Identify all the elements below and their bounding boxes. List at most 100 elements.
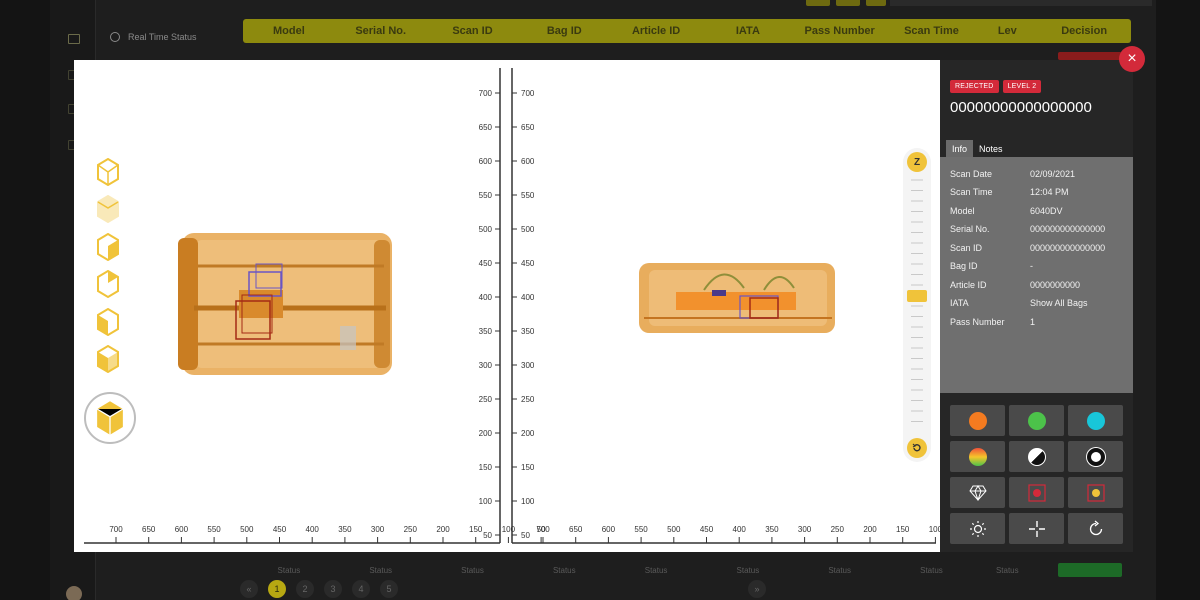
close-icon: ×	[1127, 50, 1137, 67]
gradient-filter-button[interactable]	[950, 441, 1005, 472]
decision-button[interactable]	[1058, 563, 1122, 577]
table-header-cell[interactable]: Bag ID	[518, 25, 610, 37]
cube-view-front-button[interactable]	[97, 157, 119, 191]
pager-next-button[interactable]: »	[748, 580, 766, 598]
ruler-tick-label: 600	[521, 157, 535, 166]
table-header: Model Serial No. Scan ID Bag ID Article ID IA…	[243, 19, 1131, 43]
table-header-cell[interactable]: Serial No.	[335, 25, 427, 37]
ruler-tick-label: 700	[521, 89, 535, 98]
zoom-slider[interactable]: Z	[903, 148, 931, 462]
ruler-tick-label: 100	[929, 525, 940, 534]
pager-prev-button[interactable]: «	[240, 580, 258, 598]
pagination: « 1 2 3 4 5 »	[240, 580, 766, 598]
table-cell: Status	[995, 566, 1019, 575]
ruler-tick-label: 650	[479, 123, 493, 132]
brightness-button[interactable]	[950, 513, 1005, 544]
ruler-tick-label: 250	[521, 395, 535, 404]
crosshair-button[interactable]	[1009, 513, 1064, 544]
clock-icon	[110, 32, 120, 42]
ruler-tick-label: 350	[479, 327, 493, 336]
ruler-tick-label: 500	[479, 225, 493, 234]
table-header-cell[interactable]: Decision	[1037, 25, 1131, 37]
level-badge: LEVEL 2	[1002, 80, 1042, 93]
cyan-filter-button[interactable]	[1068, 405, 1123, 436]
monitor-icon[interactable]	[68, 34, 80, 44]
green-filter-button[interactable]	[1009, 405, 1064, 436]
info-label: Bag ID	[950, 261, 978, 271]
ruler-tick-label: 50	[537, 525, 546, 534]
ruler-tick-label: 150	[479, 463, 493, 472]
info-value: -	[1030, 261, 1033, 271]
table-cell: Status	[644, 566, 668, 575]
ruler-tick-label: 550	[207, 525, 221, 534]
page-button[interactable]: 1	[268, 580, 286, 598]
ruler-tick-label: 200	[521, 429, 535, 438]
zoom-thumb[interactable]	[907, 290, 927, 302]
ruler-tick-label: 400	[521, 293, 535, 302]
cube-icon	[97, 194, 119, 224]
ruler-tick-label: 650	[569, 525, 583, 534]
cube-view-side-button[interactable]	[97, 232, 119, 266]
diamond-icon	[968, 484, 987, 501]
orbit-view-button[interactable]	[84, 392, 136, 444]
cube-view-left-button[interactable]	[97, 307, 119, 341]
info-value: 12:04 PM	[1030, 187, 1069, 197]
cube-view-top-button[interactable]	[97, 194, 119, 228]
toolbar-button[interactable]	[836, 0, 860, 6]
search-input[interactable]	[890, 0, 1152, 6]
cube-icon	[97, 157, 119, 187]
ruler-tick-label: 700	[479, 89, 493, 98]
info-row-scan-date: Scan Date 02/09/2021	[950, 169, 1075, 179]
toolbar-button[interactable]	[806, 0, 830, 6]
organic-highlight-icon	[1027, 483, 1046, 502]
tab-notes[interactable]: Notes	[973, 140, 1009, 158]
page-button[interactable]: 5	[380, 580, 398, 598]
table-header-cell[interactable]: IATA	[702, 25, 794, 37]
detail-tabs: Info Notes	[946, 140, 1009, 158]
table-header-cell[interactable]: Pass Number	[794, 25, 886, 37]
refresh-button[interactable]	[1068, 513, 1123, 544]
avatar[interactable]	[66, 586, 82, 600]
table-header-cell[interactable]: Scan ID	[427, 25, 519, 37]
info-label: Model	[950, 206, 975, 216]
scan-detail-panel: REJECTED LEVEL 2 00000000000000000 Info …	[940, 60, 1133, 552]
ruler-tick-label: 200	[436, 525, 450, 534]
info-value: 0000000000	[1030, 280, 1081, 290]
zoom-ticks	[911, 179, 923, 422]
info-label: Scan Date	[950, 169, 993, 179]
decision-badge	[1058, 52, 1122, 60]
scan-canvas: 700 700700 700650 650650 650600 600600 600550 5…	[84, 68, 973, 544]
ruler-tick-label: 450	[273, 525, 287, 534]
toolbar-button[interactable]	[866, 0, 886, 6]
organic-highlight-button[interactable]	[1009, 477, 1064, 508]
tab-info[interactable]: Info	[946, 140, 974, 158]
table-header-cell[interactable]: Lev	[977, 25, 1037, 37]
ruler-tick-label: 150	[521, 463, 535, 472]
page-button[interactable]: 3	[324, 580, 342, 598]
contrast-button[interactable]	[1009, 441, 1064, 472]
contrast-icon	[1027, 447, 1046, 466]
page-button[interactable]: 4	[352, 580, 370, 598]
ruler-tick-label: 400	[306, 525, 320, 534]
cube-view-right-button[interactable]	[97, 344, 119, 378]
table-header-cell[interactable]: Article ID	[610, 25, 702, 37]
info-label: Scan ID	[950, 243, 983, 253]
cube-icon	[97, 307, 119, 337]
close-button[interactable]: ×	[1119, 46, 1145, 72]
info-row-iata: IATA Show All Bags	[950, 298, 1088, 308]
page-button[interactable]: 2	[296, 580, 314, 598]
table-header-cell[interactable]: Model	[243, 25, 335, 37]
xray-top-view[interactable]	[178, 233, 392, 375]
diamond-button[interactable]	[950, 477, 1005, 508]
table-cell: Status	[920, 566, 943, 575]
inorganic-highlight-button[interactable]	[1068, 477, 1123, 508]
nav-real-time-status[interactable]: Real Time Status	[110, 32, 197, 42]
invert-button[interactable]	[1068, 441, 1123, 472]
xray-side-view[interactable]	[639, 263, 835, 333]
ruler-tick-label: 350	[338, 525, 352, 534]
brightness-icon	[969, 520, 986, 537]
cube-view-back-button[interactable]	[97, 269, 119, 303]
table-header-cell[interactable]: Scan Time	[886, 25, 978, 37]
image-tools	[950, 405, 1123, 544]
orange-filter-button[interactable]	[950, 405, 1005, 436]
